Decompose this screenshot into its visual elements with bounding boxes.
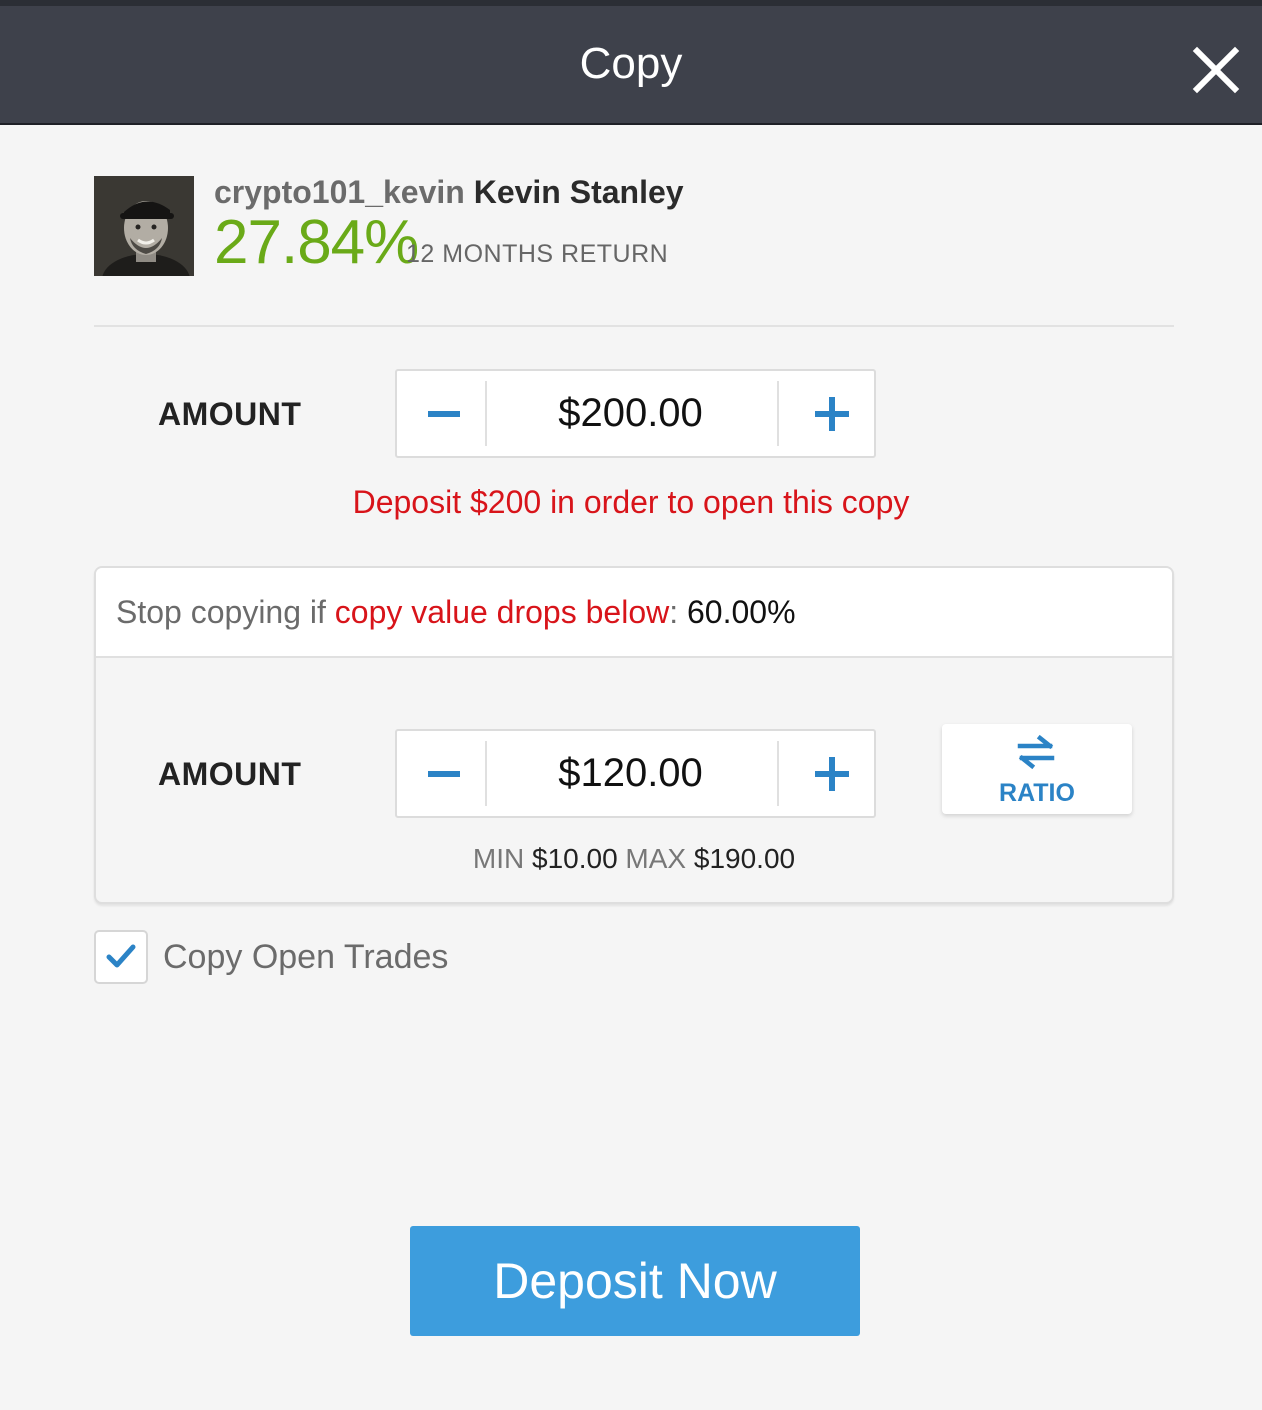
- ratio-button[interactable]: RATIO: [942, 724, 1132, 814]
- close-icon: [1192, 46, 1240, 94]
- ratio-label: RATIO: [999, 779, 1075, 807]
- dialog-title: Copy: [579, 39, 683, 88]
- swap-arrows-icon: [1017, 734, 1055, 770]
- deposit-now-button[interactable]: Deposit Now: [410, 1226, 860, 1336]
- return-value: 27.84%: [214, 208, 419, 277]
- deposit-warning: Deposit $200 in order to open this copy: [352, 484, 910, 520]
- copy-open-trades-label[interactable]: Copy Open Trades: [163, 936, 448, 978]
- stepper-separator: [777, 381, 779, 446]
- amount-input[interactable]: $200.00: [487, 371, 774, 456]
- trader-full-name: Kevin Stanley: [473, 174, 684, 210]
- min-value: $10.00: [532, 843, 618, 874]
- copy-open-trades-checkbox[interactable]: [94, 930, 148, 984]
- min-max-range: MIN $10.00 MAX $190.00: [0, 842, 1262, 876]
- stop-loss-amount-stepper[interactable]: $120.00: [395, 729, 876, 818]
- amount-decrease-button[interactable]: [397, 371, 485, 456]
- amount-stepper[interactable]: $200.00: [395, 369, 876, 458]
- amount-label: AMOUNT: [158, 396, 302, 432]
- close-button[interactable]: [1188, 42, 1244, 98]
- stop-loss-prefix: Stop copying if: [116, 594, 335, 630]
- stop-loss-amount-input[interactable]: $120.00: [487, 731, 774, 816]
- stop-loss-colon: :: [669, 594, 679, 630]
- trader-avatar[interactable]: [94, 176, 194, 276]
- dialog-header: Copy: [0, 6, 1262, 125]
- stop-loss-amount-label: AMOUNT: [158, 756, 302, 792]
- max-value: $190.00: [693, 843, 796, 874]
- trader-name-line: crypto101_kevin Kevin Stanley: [214, 172, 684, 212]
- section-divider: [94, 325, 1174, 327]
- return-label: 12 MONTHS RETURN: [406, 240, 669, 268]
- minus-icon: [428, 411, 460, 417]
- stepper-separator: [777, 741, 779, 806]
- stop-loss-text: Stop copying if copy value drops below: …: [116, 592, 796, 632]
- plus-icon: [815, 397, 849, 431]
- plus-icon: [815, 757, 849, 791]
- trader-username[interactable]: crypto101_kevin: [214, 174, 465, 210]
- trader-photo: [94, 176, 194, 276]
- min-label: MIN: [472, 843, 525, 874]
- max-label: MAX: [625, 843, 687, 874]
- stop-loss-decrease-button[interactable]: [397, 731, 485, 816]
- amount-increase-button[interactable]: [786, 371, 874, 456]
- stop-loss-increase-button[interactable]: [786, 731, 874, 816]
- stop-loss-value: 60.00%: [687, 594, 796, 630]
- stop-loss-header: Stop copying if copy value drops below: …: [96, 568, 1172, 658]
- minus-icon: [428, 771, 460, 777]
- stop-loss-link[interactable]: copy value drops below: [335, 594, 669, 630]
- checkmark-icon: [106, 944, 136, 968]
